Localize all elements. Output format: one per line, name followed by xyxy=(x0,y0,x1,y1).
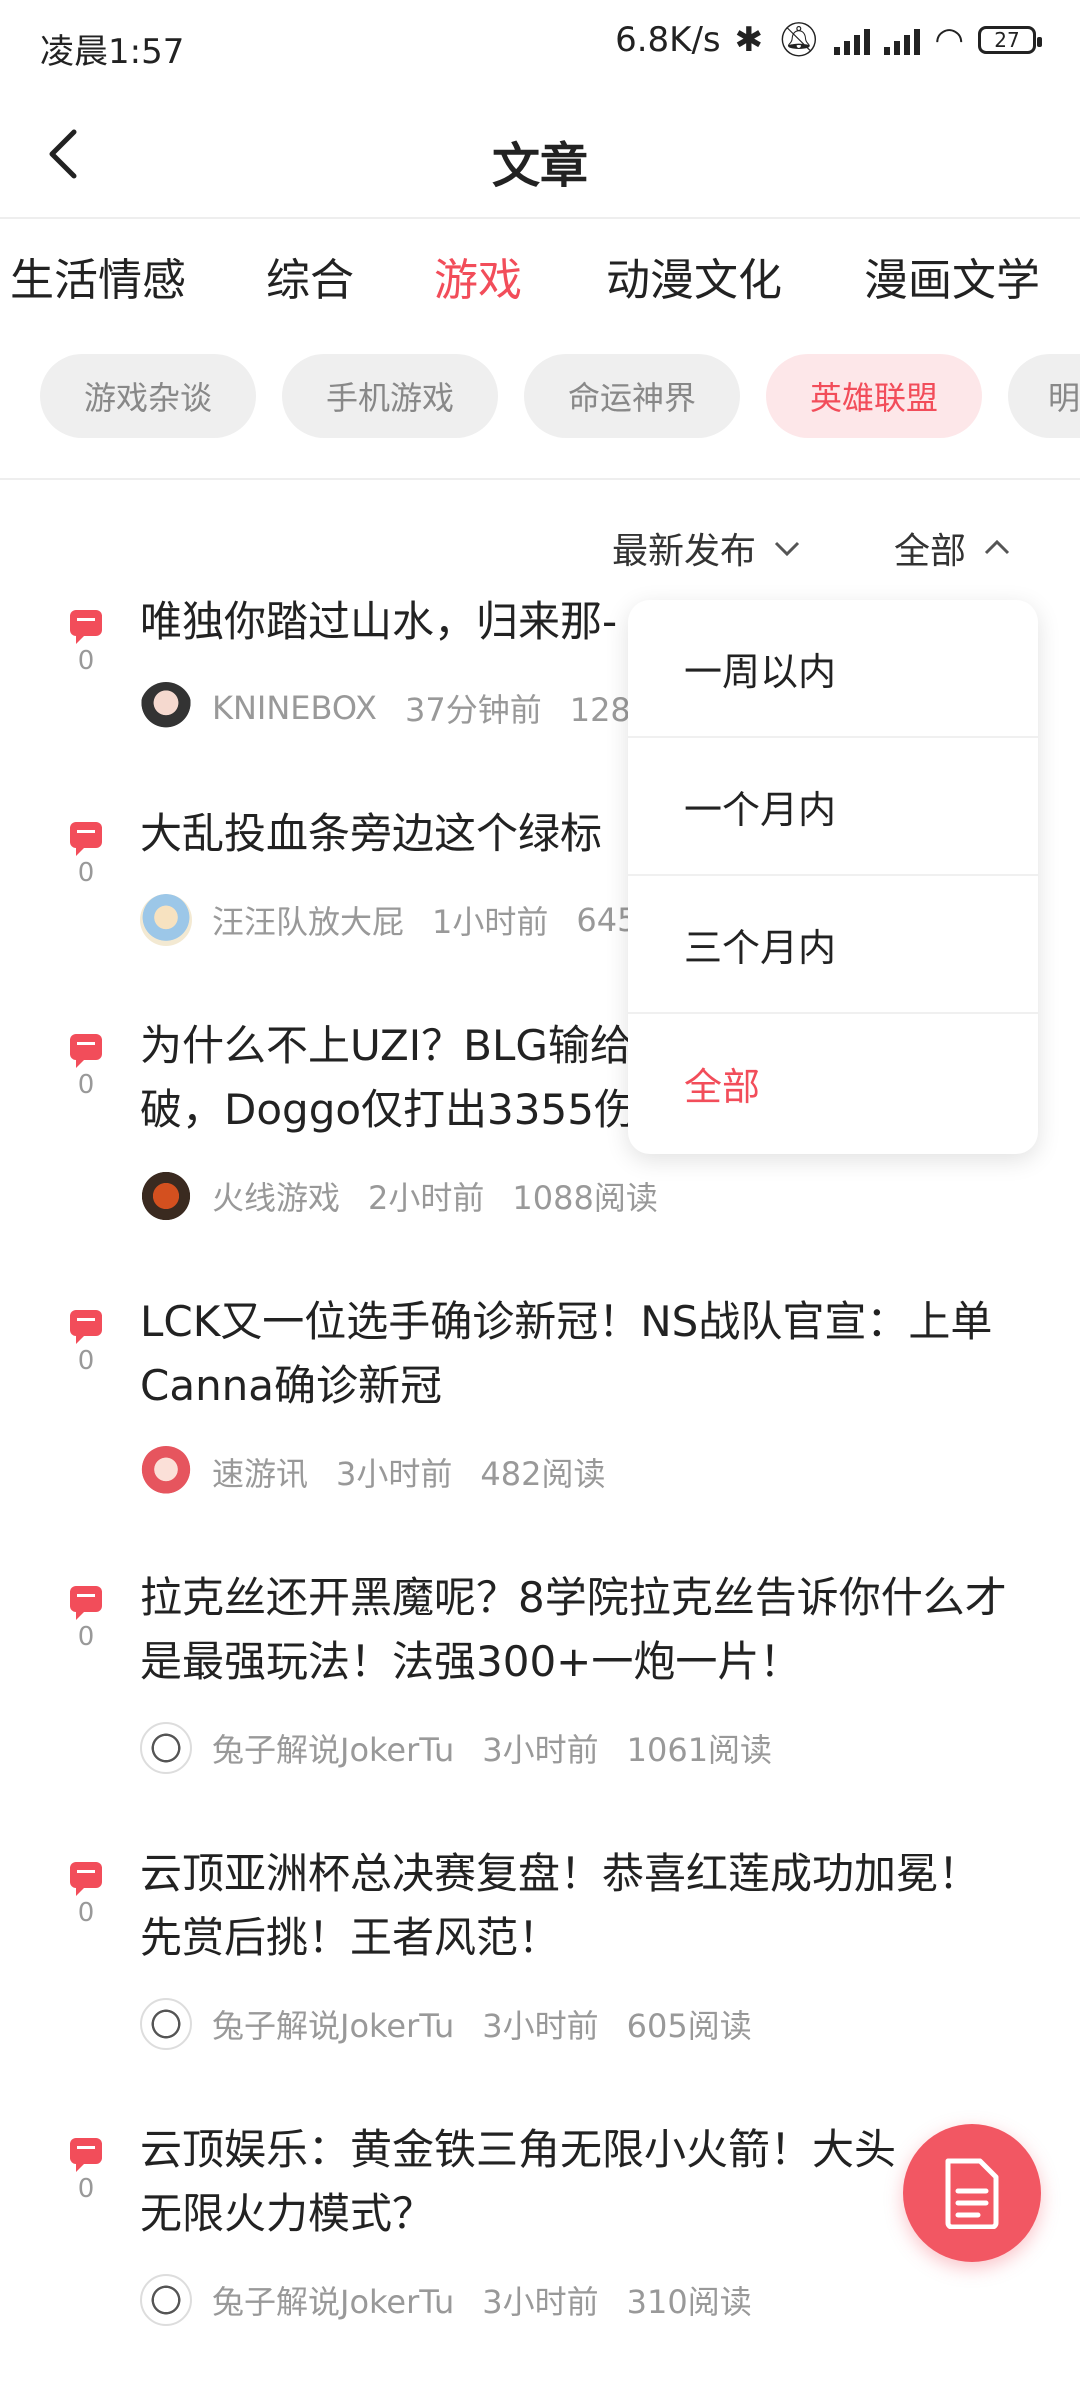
comment-count: 0 xyxy=(77,646,95,676)
comment-icon xyxy=(70,1310,102,1344)
comment-icon xyxy=(70,822,102,856)
comment-count: 0 xyxy=(77,1070,95,1100)
article-meta: 兔子解说JokerTu 3小时前 1061阅读 xyxy=(140,1722,772,1774)
avatar xyxy=(140,1170,192,1222)
article-meta: 兔子解说JokerTu 3小时前 310阅读 xyxy=(140,2274,752,2326)
author-name[interactable]: 兔子解说JokerTu xyxy=(212,2001,454,2047)
chevron-down-icon xyxy=(774,541,800,557)
comment-count: 0 xyxy=(77,858,95,888)
comment-badge: 0 xyxy=(70,1862,102,1928)
publish-time: 2小时前 xyxy=(368,1179,485,1217)
article-item[interactable]: 0 云顶亚洲杯总决赛复盘！恭喜红莲成功加冕！ 先赏后挑！王者风范！ 兔子解说Jo… xyxy=(0,1842,1080,2062)
battery-icon: 27 xyxy=(978,26,1042,54)
status-icons: 6.8K/s ✱ 🔕︎ ◠ 27 xyxy=(615,20,1042,60)
signal-icon xyxy=(834,25,871,55)
comment-count: 0 xyxy=(77,2174,95,2204)
read-count: 1061阅读 xyxy=(626,1731,773,1769)
category-tabs: 生活情感 综合 游戏 动漫文化 漫画文学 xyxy=(0,218,1080,328)
read-count: 605阅读 xyxy=(626,2007,752,2045)
read-count: 1088阅读 xyxy=(512,1179,658,1217)
wifi-icon: ◠ xyxy=(934,20,964,60)
comment-icon xyxy=(70,610,102,644)
article-meta: 汪汪队放大屁 1小时前 645 xyxy=(140,894,637,946)
article-title: LCK又一位选手确诊新冠！NS战队官宣：上单 Canna确诊新冠 xyxy=(140,1297,993,1410)
tab-category[interactable]: 综合 xyxy=(266,244,354,308)
comment-badge: 0 xyxy=(70,822,102,888)
comment-badge: 0 xyxy=(70,2138,102,2204)
publish-time: 3小时前 xyxy=(336,1455,453,1493)
chevron-up-icon xyxy=(984,539,1010,555)
read-count: 310阅读 xyxy=(626,2283,752,2321)
publish-time: 37分钟前 xyxy=(404,691,542,729)
comment-badge: 0 xyxy=(70,1586,102,1652)
comment-badge: 0 xyxy=(70,610,102,676)
net-speed: 6.8K/s xyxy=(615,20,721,60)
comment-count: 0 xyxy=(77,1622,95,1652)
comment-badge: 0 xyxy=(70,1034,102,1100)
dropdown-option[interactable]: 三个月内 xyxy=(628,876,1038,1014)
author-name[interactable]: 火线游戏 xyxy=(212,1173,340,1219)
tab-category[interactable]: 生活情感 xyxy=(10,244,186,308)
signal-icon-2 xyxy=(884,25,921,55)
time-range-label: 全部 xyxy=(894,531,967,572)
comment-count: 0 xyxy=(77,1898,95,1928)
avatar xyxy=(140,894,192,946)
publish-time: 1小时前 xyxy=(432,903,549,941)
comment-icon xyxy=(70,2138,102,2172)
tag-chip[interactable]: 手机游戏 xyxy=(282,354,498,438)
author-name[interactable]: 汪汪队放大屁 xyxy=(212,897,404,943)
write-article-fab[interactable] xyxy=(903,2124,1041,2262)
dropdown-option[interactable]: 一个月内 xyxy=(628,738,1038,876)
article-title: 拉克丝还开黑魔呢？8学院拉克丝告诉你什么才 是最强玩法！法强300+一炮一片！ xyxy=(140,1573,1007,1686)
comment-icon xyxy=(70,1862,102,1896)
tab-category[interactable]: 动漫文化 xyxy=(606,244,782,308)
top-app-bar: 文章 xyxy=(0,92,1080,219)
mute-icon: 🔕︎ xyxy=(777,20,821,60)
subtag-bar: 游戏杂谈 手机游戏 命运神界 英雄联盟 明 xyxy=(0,354,1080,438)
article-item[interactable]: 0 拉克丝还开黑魔呢？8学院拉克丝告诉你什么才 是最强玩法！法强300+一炮一片… xyxy=(0,1566,1080,1786)
author-name[interactable]: 速游讯 xyxy=(212,1449,308,1495)
article-item[interactable]: 0 LCK又一位选手确诊新冠！NS战队官宣：上单 Canna确诊新冠 速游讯 3… xyxy=(0,1290,1080,1510)
time-range-dropdown: 一周以内 一个月内 三个月内 全部 xyxy=(628,600,1038,1154)
bluetooth-icon: ✱ xyxy=(734,20,764,60)
comment-count: 0 xyxy=(77,1346,95,1376)
status-bar: 凌晨1:57 6.8K/s ✱ 🔕︎ ◠ 27 xyxy=(0,0,1080,92)
publish-time: 3小时前 xyxy=(482,2007,599,2045)
tag-chip[interactable]: 游戏杂谈 xyxy=(40,354,256,438)
article-meta: 速游讯 3小时前 482阅读 xyxy=(140,1446,605,1498)
publish-time: 3小时前 xyxy=(482,1731,599,1769)
author-name[interactable]: KNINEBOX xyxy=(212,689,377,727)
dropdown-option-selected[interactable]: 全部 xyxy=(628,1014,1038,1152)
time-range-button[interactable]: 全部 xyxy=(894,522,1012,574)
sort-order-button[interactable]: 最新发布 xyxy=(612,522,802,574)
comment-icon xyxy=(70,1034,102,1068)
page-title: 文章 xyxy=(491,138,588,194)
article-meta: 火线游戏 2小时前 1088阅读 xyxy=(140,1170,658,1222)
tag-chip[interactable]: 明 xyxy=(1008,354,1080,438)
document-icon xyxy=(945,2158,999,2229)
battery-level: 27 xyxy=(994,28,1020,52)
article-title: 云顶亚洲杯总决赛复盘！恭喜红莲成功加冕！ 先赏后挑！王者风范！ xyxy=(140,1849,981,1962)
article-meta: KNINEBOX 37分钟前 128阅 xyxy=(140,682,663,734)
avatar xyxy=(140,1722,192,1774)
avatar xyxy=(140,1998,192,2050)
comment-badge: 0 xyxy=(70,1310,102,1376)
comment-icon xyxy=(70,1586,102,1620)
avatar xyxy=(140,2274,192,2326)
tag-chip-active[interactable]: 英雄联盟 xyxy=(766,354,982,438)
tab-category[interactable]: 漫画文学 xyxy=(864,244,1040,308)
divider xyxy=(0,478,1080,480)
sort-order-label: 最新发布 xyxy=(612,531,757,572)
tab-category-active[interactable]: 游戏 xyxy=(434,244,522,308)
author-name[interactable]: 兔子解说JokerTu xyxy=(212,2277,454,2323)
read-count: 482阅读 xyxy=(480,1455,606,1493)
status-time: 凌晨1:57 xyxy=(40,32,185,72)
dropdown-option[interactable]: 一周以内 xyxy=(628,600,1038,738)
avatar xyxy=(140,1446,192,1498)
author-name[interactable]: 兔子解说JokerTu xyxy=(212,1725,454,1771)
tag-chip[interactable]: 命运神界 xyxy=(524,354,740,438)
avatar xyxy=(140,682,192,734)
article-meta: 兔子解说JokerTu 3小时前 605阅读 xyxy=(140,1998,752,2050)
publish-time: 3小时前 xyxy=(482,2283,599,2321)
